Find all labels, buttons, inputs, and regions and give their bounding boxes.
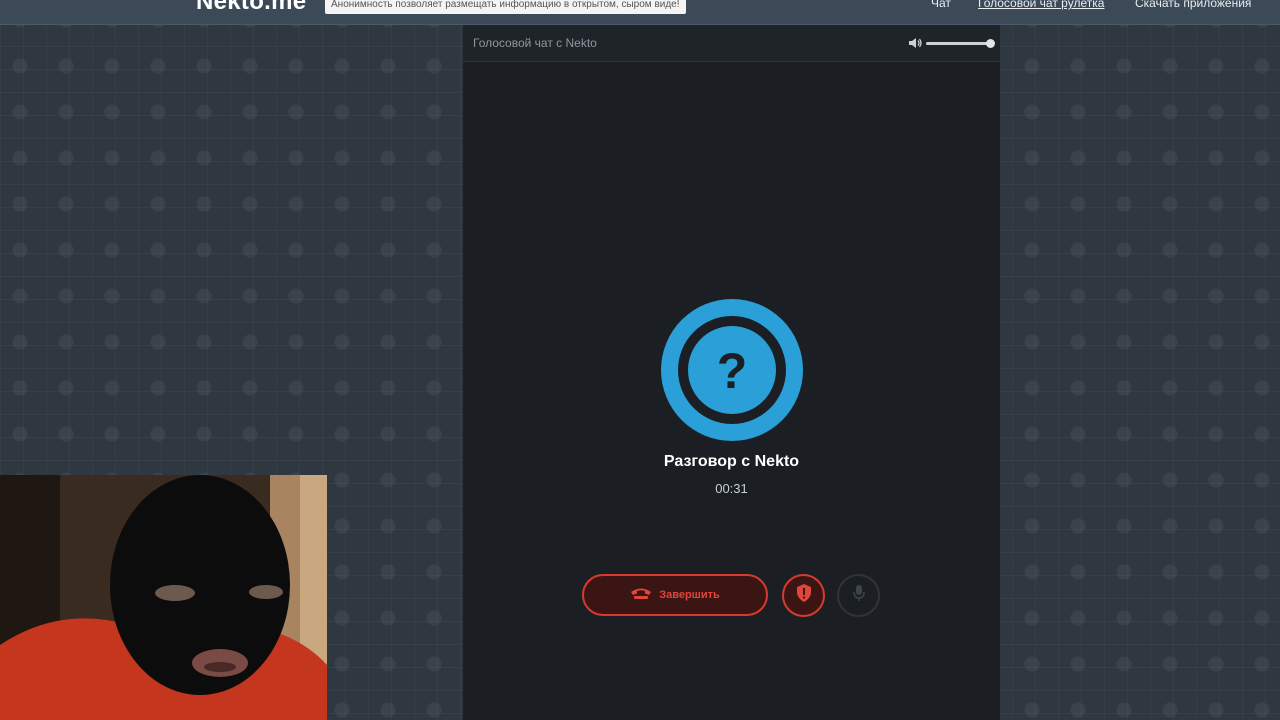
volume-slider-fill [926, 42, 990, 45]
question-mark-icon: ? [661, 299, 803, 441]
site-tagline: Анонимность позволяет размещать информац… [325, 0, 686, 14]
voice-chat-panel: Голосовой чат с Nekto ? Разговор с Nekto… [463, 25, 1000, 720]
nav-link-chat[interactable]: Чат [931, 0, 951, 10]
site-logo[interactable]: Nekto.me [196, 0, 306, 16]
panel-header: Голосовой чат с Nekto [463, 25, 1000, 62]
end-call-button[interactable]: Завершить [582, 574, 768, 616]
volume-slider-knob[interactable] [986, 39, 995, 48]
phone-hangup-icon [630, 586, 652, 605]
end-call-label: Завершить [659, 589, 720, 601]
report-button[interactable] [782, 574, 825, 617]
mute-microphone-button[interactable] [837, 574, 880, 617]
avatar-symbol: ? [717, 343, 748, 399]
nav-link-voice-roulette[interactable]: Голосовой чат рулетка [978, 0, 1104, 10]
volume-slider[interactable] [926, 39, 995, 48]
shield-alert-icon [795, 583, 813, 608]
call-timer: 00:31 [715, 481, 748, 496]
webcam-preview [0, 475, 327, 720]
speaker-icon[interactable] [907, 35, 923, 51]
microphone-icon [852, 584, 866, 607]
panel-title: Голосовой чат с Nekto [473, 36, 597, 50]
nav-link-download-apps[interactable]: Скачать приложения [1135, 0, 1251, 10]
top-navbar: Nekto.me Анонимность позволяет размещать… [0, 0, 1280, 25]
conversation-title: Разговор с Nekto [663, 453, 800, 470]
